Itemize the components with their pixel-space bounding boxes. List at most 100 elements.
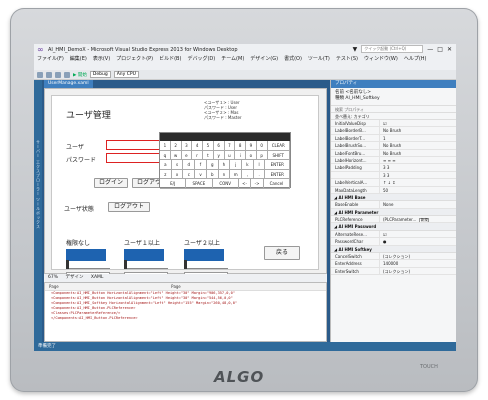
property-row[interactable]: AlternateRese... ☑ [331, 230, 456, 239]
property-row[interactable]: LabelHorizont... ≡ ≡ ≡ [331, 156, 456, 165]
quick-launch-input[interactable]: クイック起動 (Ctrl+Q) [361, 45, 424, 53]
property-row[interactable]: MaxDataLength 50 [331, 186, 456, 194]
keyboard-key[interactable]: Cancel [263, 179, 291, 189]
close-icon[interactable]: ✕ [447, 46, 452, 53]
keyboard-key[interactable]: 0 [256, 141, 268, 151]
property-row[interactable]: LabelBorderT... 1 [331, 134, 456, 143]
keyboard-key[interactable]: x [171, 169, 184, 179]
keyboard-key[interactable]: 2 [170, 141, 182, 151]
property-row[interactable]: LabelBorderB... No Brush [331, 127, 456, 135]
back-button[interactable]: 戻る [264, 246, 300, 260]
properties-search[interactable]: 検索 プロパティ [331, 106, 456, 113]
back-nav-icon[interactable] [37, 71, 43, 78]
menu-item[interactable]: プロジェクト(P) [116, 56, 153, 63]
keyboard-key[interactable]: CLEAR [267, 141, 290, 151]
keyboard-key[interactable]: SPACE [186, 179, 213, 189]
property-value[interactable]: No Brush [379, 149, 456, 156]
keyboard-key[interactable]: n [218, 169, 231, 179]
keyboard-key[interactable]: , [242, 169, 254, 179]
property-row[interactable]: InitialValueDisp ☑ [331, 120, 456, 128]
property-value[interactable]: (PLCParameter... 新規 [379, 216, 456, 223]
keyboard-key[interactable]: <- [238, 179, 252, 189]
keyboard-key[interactable]: d [183, 160, 196, 170]
new-button[interactable]: 新規 [419, 217, 430, 223]
slider-thumb[interactable] [66, 260, 69, 269]
menu-item[interactable]: ウィンドウ(W) [364, 56, 398, 63]
keyboard-key[interactable]: h [218, 160, 231, 170]
keyboard-key[interactable]: b [206, 169, 219, 179]
perm-user2-button[interactable] [184, 249, 224, 261]
property-group-password[interactable]: ◢ AI HMI Password [331, 223, 456, 231]
menu-item[interactable]: ファイル(F) [37, 56, 64, 63]
keyboard-key[interactable]: g [206, 160, 219, 170]
menu-item[interactable]: 書式(O) [284, 56, 302, 63]
perm-none-button[interactable] [66, 249, 106, 261]
property-value[interactable]: No Brush [379, 127, 456, 134]
keyboard-key[interactable]: m [230, 169, 243, 179]
sidebar-tabs[interactable]: サーバー エクスプローラー ツールボックス [35, 140, 41, 229]
property-row[interactable]: EnterAddress 140000 [331, 260, 456, 268]
property-value[interactable]: None [379, 201, 456, 208]
perm-user1-slider[interactable] [124, 260, 168, 269]
property-row[interactable]: PLCReference (PLCParameter... 新規 [331, 216, 456, 224]
xaml-editor[interactable]: Page Page <Components:AI_HMI_Button Hori… [44, 282, 327, 342]
filter-icon[interactable]: ▼ [353, 46, 358, 53]
keyboard-key[interactable]: q [160, 150, 171, 160]
property-row[interactable]: LabelBrushSo... No Brush [331, 142, 456, 150]
property-value[interactable]: 140000 [379, 260, 456, 267]
keyboard-key[interactable]: r [192, 150, 203, 160]
keyboard-key[interactable]: 4 [192, 141, 203, 151]
keyboard-key[interactable]: ENTER [265, 169, 291, 179]
property-row[interactable]: BaseEnable None [331, 201, 456, 209]
property-group-softkey[interactable]: ◢ AI HMI Softkey [331, 245, 456, 254]
property-row[interactable]: 3 3 [331, 171, 456, 180]
platform-select[interactable]: Any CPU [113, 71, 139, 78]
minimize-icon[interactable]: — [427, 46, 433, 53]
keyboard-key[interactable]: w [170, 150, 182, 160]
property-row[interactable]: LabelPadding 3 3 [331, 164, 456, 172]
keyboard-key[interactable]: p [256, 150, 268, 160]
menu-item[interactable]: チーム(M) [221, 56, 244, 63]
keyboard-key[interactable]: -> [251, 179, 264, 189]
properties-sort[interactable]: 並べ替え: カテゴリ [331, 113, 456, 120]
keyboard-key[interactable]: y [213, 150, 225, 160]
tab-xaml[interactable]: XAML [91, 275, 104, 280]
slider-thumb[interactable] [184, 260, 187, 269]
keyboard-key[interactable]: k [242, 160, 254, 170]
document-tab[interactable]: UserManage.xaml [44, 80, 93, 88]
keyboard-key[interactable]: E/J [160, 179, 187, 189]
slider-thumb[interactable] [124, 260, 127, 269]
property-value[interactable]: 3 3 [379, 164, 456, 171]
property-group-parameter[interactable]: ◢ AI HMI Parameter [331, 208, 456, 217]
keyboard-key[interactable]: 9 [246, 141, 257, 151]
property-row[interactable]: LabelVerticalA... ↑ ↓ ↕ [331, 179, 456, 187]
property-row[interactable]: PasswordChar ● [331, 238, 456, 246]
perm-user2-slider[interactable] [184, 260, 228, 269]
property-value[interactable]: No Brush [379, 142, 456, 149]
keyboard-key[interactable]: f [195, 160, 207, 170]
property-value[interactable]: (コレクション) [379, 267, 456, 275]
keyboard-key[interactable]: s [171, 160, 184, 170]
config-select[interactable]: Debug [89, 71, 111, 78]
keyboard-key[interactable]: 1 [160, 141, 171, 151]
property-row[interactable]: EnterSwitch (コレクション) [331, 267, 456, 276]
property-row[interactable]: LabelFontBru... No Brush [331, 149, 456, 157]
property-group-base[interactable]: ◢ AI HMI Base [331, 193, 456, 202]
property-value[interactable]: ↑ ↓ ↕ [379, 179, 456, 186]
menu-item[interactable]: ヘルプ(H) [404, 56, 427, 63]
property-value[interactable]: ≡ ≡ ≡ [379, 156, 456, 164]
keyboard-key[interactable]: 5 [203, 141, 214, 151]
xaml-right-scope[interactable]: Page [171, 284, 181, 289]
keyboard-key[interactable]: 6 [213, 141, 225, 151]
xaml-left-scope[interactable]: Page [49, 284, 59, 289]
menu-item[interactable]: デザイン(G) [250, 56, 278, 63]
property-value[interactable]: ● [379, 238, 456, 245]
forward-nav-icon[interactable] [46, 71, 52, 78]
start-button[interactable]: ▶ 開始 [73, 72, 87, 78]
perm-user1-button[interactable] [124, 249, 164, 261]
keyboard-key[interactable]: u [224, 150, 236, 160]
keyboard-key[interactable]: o [246, 150, 257, 160]
keyboard-key[interactable]: c [183, 169, 196, 179]
menu-item[interactable]: 編集(E) [70, 56, 87, 63]
menu-item[interactable]: デバッグ(D) [187, 56, 215, 63]
